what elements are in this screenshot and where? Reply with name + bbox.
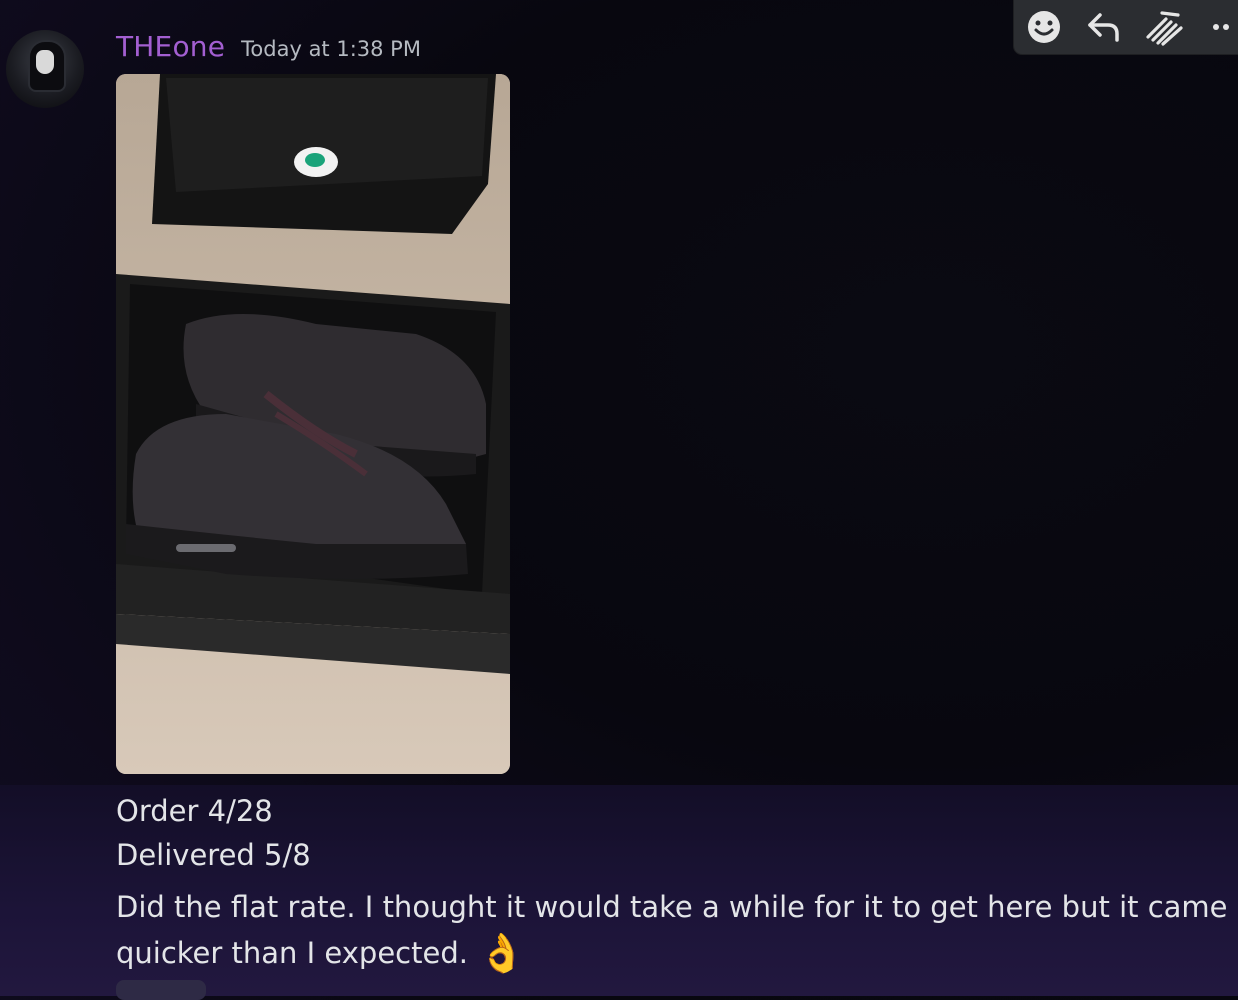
message-line-order: Order 4/28 <box>116 794 273 828</box>
thread-icon <box>1146 11 1183 46</box>
message-line-body-continued: quicker than I expected. 👌 <box>116 934 525 972</box>
message-header: THEone Today at 1:38 PM <box>116 30 421 63</box>
message-line-delivered: Delivered 5/8 <box>116 838 311 872</box>
image-attachment[interactable] <box>116 74 510 774</box>
message-line-body: Did the flat rate. I thought it would ta… <box>116 890 1228 924</box>
reply-icon <box>1088 13 1119 42</box>
more-options-button[interactable] <box>1194 0 1238 54</box>
avatar[interactable] <box>6 30 84 108</box>
avatar-mask-shape <box>36 50 54 74</box>
add-reaction-icon <box>1028 11 1060 43</box>
timestamp[interactable]: Today at 1:38 PM <box>241 37 421 61</box>
message-text: quicker than I expected. <box>116 936 468 970</box>
thread-button[interactable] <box>1134 0 1194 54</box>
ok-hand-emoji[interactable]: 👌 <box>478 934 525 972</box>
username[interactable]: THEone <box>116 30 225 63</box>
reaction-bar-partial[interactable] <box>116 980 206 1000</box>
add-reaction-button[interactable] <box>1014 0 1074 54</box>
sneaker-box-photo <box>116 74 510 774</box>
more-options-icon <box>1213 24 1229 30</box>
message-action-toolbar <box>1014 0 1238 54</box>
reply-button[interactable] <box>1074 0 1134 54</box>
